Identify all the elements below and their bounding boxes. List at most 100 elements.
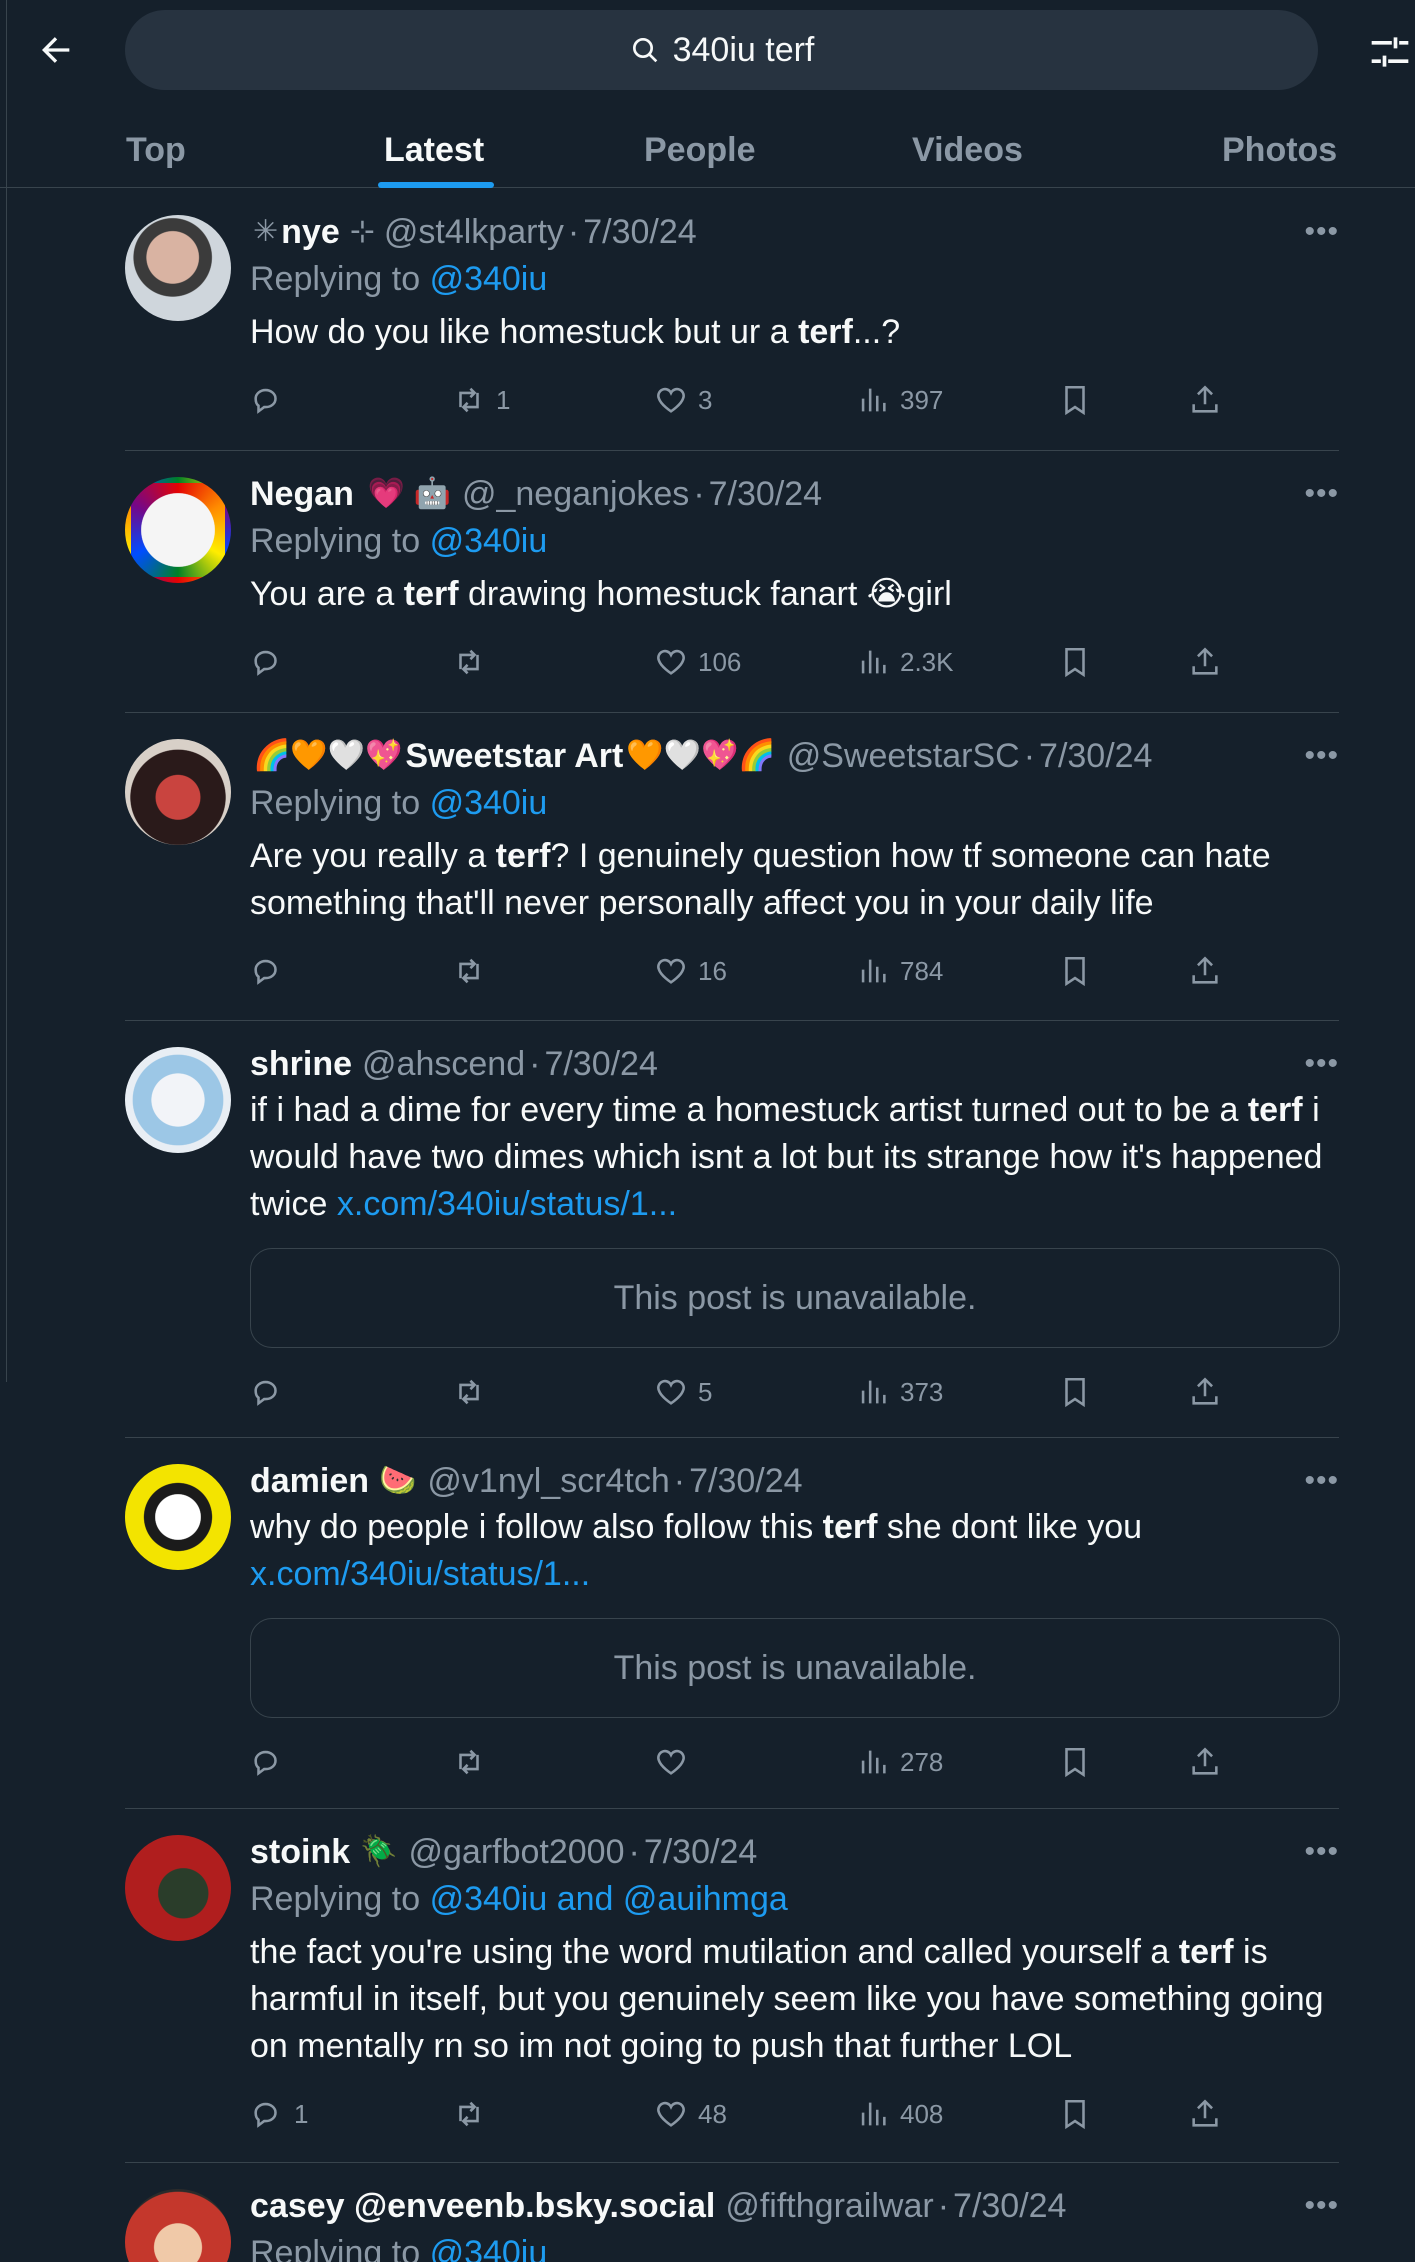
author-name[interactable]: Sweetstar Art (405, 733, 623, 779)
author-name[interactable]: stoink (250, 1829, 350, 1875)
author-name[interactable]: nye (281, 209, 340, 255)
views-button[interactable]: 784 (856, 951, 943, 991)
author-name[interactable]: Negan (250, 471, 354, 517)
share-button[interactable] (1188, 642, 1222, 682)
post-date[interactable]: 7/30/24 (544, 1041, 657, 1087)
reply-mention[interactable]: @340iu (430, 784, 548, 822)
post-item[interactable]: 🌈🧡🤍💖 Sweetstar Art 🧡🤍💖🌈 @SweetstarSC · 7… (125, 713, 1339, 1021)
post-item[interactable]: ✳ nye ⊹ @st4lkparty · 7/30/24 ••• Replyi… (125, 189, 1339, 451)
repost-button[interactable]: 1 (452, 380, 510, 420)
reply-button[interactable]: 1 (250, 2094, 308, 2134)
like-button[interactable]: 16 (654, 951, 727, 991)
back-button[interactable] (32, 26, 80, 74)
like-button[interactable]: 5 (654, 1372, 712, 1412)
bookmark-button[interactable] (1058, 1742, 1092, 1782)
reply-mention[interactable]: @340iu (430, 2234, 548, 2262)
repost-button[interactable] (452, 642, 496, 682)
tab-top[interactable]: Top (126, 112, 186, 188)
post-item[interactable]: Negan 💗 🤖 @_neganjokes · 7/30/24 ••• Rep… (125, 451, 1339, 713)
search-filter-button[interactable] (1368, 30, 1412, 74)
bookmark-button[interactable] (1058, 2094, 1092, 2134)
reply-button[interactable] (250, 1372, 294, 1412)
author-handle[interactable]: @_neganjokes (462, 471, 689, 517)
bookmark-button[interactable] (1058, 380, 1092, 420)
post-date[interactable]: 7/30/24 (709, 471, 822, 517)
reply-mention[interactable]: @340iu and @auihmga (430, 1880, 788, 1918)
avatar[interactable] (125, 1464, 231, 1570)
share-button[interactable] (1188, 1742, 1222, 1782)
author-name[interactable]: shrine (250, 1041, 352, 1087)
more-options-icon[interactable]: ••• (1304, 215, 1339, 249)
post-date[interactable]: 7/30/24 (1039, 733, 1152, 779)
bookmark-button[interactable] (1058, 1372, 1092, 1412)
like-button[interactable]: 106 (654, 642, 741, 682)
post-item[interactable]: casey @enveenb.bsky.social @fifthgrailwa… (125, 2163, 1339, 2262)
more-options-icon[interactable]: ••• (1304, 739, 1339, 773)
post-actions: 16 784 (250, 933, 1337, 1017)
share-button[interactable] (1188, 951, 1222, 991)
reply-button[interactable] (250, 1742, 294, 1782)
views-button[interactable]: 2.3K (856, 642, 954, 682)
more-options-icon[interactable]: ••• (1304, 1464, 1339, 1498)
author-name[interactable]: damien (250, 1458, 369, 1504)
more-options-icon[interactable]: ••• (1304, 1047, 1339, 1081)
author-handle[interactable]: @garfbot2000 (408, 1829, 624, 1875)
avatar[interactable] (125, 739, 231, 845)
author-name[interactable]: casey @enveenb.bsky.social (250, 2183, 715, 2229)
more-options-icon[interactable]: ••• (1304, 2189, 1339, 2223)
avatar[interactable] (125, 2189, 231, 2262)
post-date[interactable]: 7/30/24 (953, 2183, 1066, 2229)
post-item[interactable]: damien 🍉 @v1nyl_scr4tch · 7/30/24 ••• wh… (125, 1438, 1340, 1809)
repost-icon (459, 649, 479, 675)
post-date[interactable]: 7/30/24 (583, 209, 696, 255)
more-options-icon[interactable]: ••• (1304, 1835, 1339, 1869)
author-handle[interactable]: @SweetstarSC (787, 733, 1020, 779)
like-button[interactable]: 48 (654, 2094, 727, 2134)
repost-button[interactable] (452, 1742, 496, 1782)
bookmark-button[interactable] (1058, 642, 1092, 682)
share-button[interactable] (1188, 2094, 1222, 2134)
tab-videos[interactable]: Videos (912, 112, 1023, 188)
author-handle[interactable]: @v1nyl_scr4tch (427, 1458, 669, 1504)
search-input[interactable]: 340iu terf (125, 10, 1318, 90)
author-handle[interactable]: @fifthgrailwar (725, 2183, 933, 2229)
repost-button[interactable] (452, 951, 496, 991)
status-link[interactable]: x.com/340iu/status/1... (250, 1555, 590, 1593)
views-button[interactable]: 397 (856, 380, 943, 420)
tab-latest[interactable]: Latest (384, 112, 484, 188)
reply-button[interactable] (250, 380, 294, 420)
avatar[interactable] (125, 1047, 231, 1153)
views-button[interactable]: 373 (856, 1372, 943, 1412)
avatar[interactable] (125, 215, 231, 321)
avatar[interactable] (125, 1835, 231, 1941)
repost-button[interactable] (452, 2094, 496, 2134)
post-text: Are you really a terf? I genuinely quest… (250, 833, 1337, 927)
tab-photos[interactable]: Photos (1222, 112, 1337, 188)
reply-mention[interactable]: @340iu (430, 260, 548, 298)
repost-button[interactable] (452, 1372, 496, 1412)
post-item[interactable]: stoink 🪲 @garfbot2000 · 7/30/24 ••• Repl… (125, 1809, 1339, 2163)
like-button[interactable]: 3 (654, 380, 712, 420)
more-options-icon[interactable]: ••• (1304, 477, 1339, 511)
avatar[interactable] (125, 477, 231, 583)
bookmark-button[interactable] (1058, 951, 1092, 991)
post-item[interactable]: shrine @ahscend · 7/30/24 ••• if i had a… (125, 1021, 1340, 1438)
unavailable-quote-card[interactable]: This post is unavailable. (250, 1248, 1340, 1348)
status-link[interactable]: x.com/340iu/status/1... (337, 1185, 677, 1223)
tab-people[interactable]: People (644, 112, 755, 188)
author-handle[interactable]: @ahscend (362, 1041, 525, 1087)
like-button[interactable] (654, 1742, 698, 1782)
post-date[interactable]: 7/30/24 (689, 1458, 802, 1504)
reply-mention[interactable]: @340iu (430, 522, 548, 560)
share-button[interactable] (1188, 1372, 1222, 1412)
unavailable-quote-card[interactable]: This post is unavailable. (250, 1618, 1340, 1718)
view-count: 2.3K (900, 646, 954, 677)
reply-button[interactable] (250, 642, 294, 682)
views-button[interactable]: 278 (856, 1742, 943, 1782)
like-count: 5 (698, 1376, 713, 1407)
reply-button[interactable] (250, 951, 294, 991)
views-button[interactable]: 408 (856, 2094, 943, 2134)
author-handle[interactable]: @st4lkparty (384, 209, 564, 255)
post-date[interactable]: 7/30/24 (644, 1829, 757, 1875)
share-button[interactable] (1188, 380, 1222, 420)
